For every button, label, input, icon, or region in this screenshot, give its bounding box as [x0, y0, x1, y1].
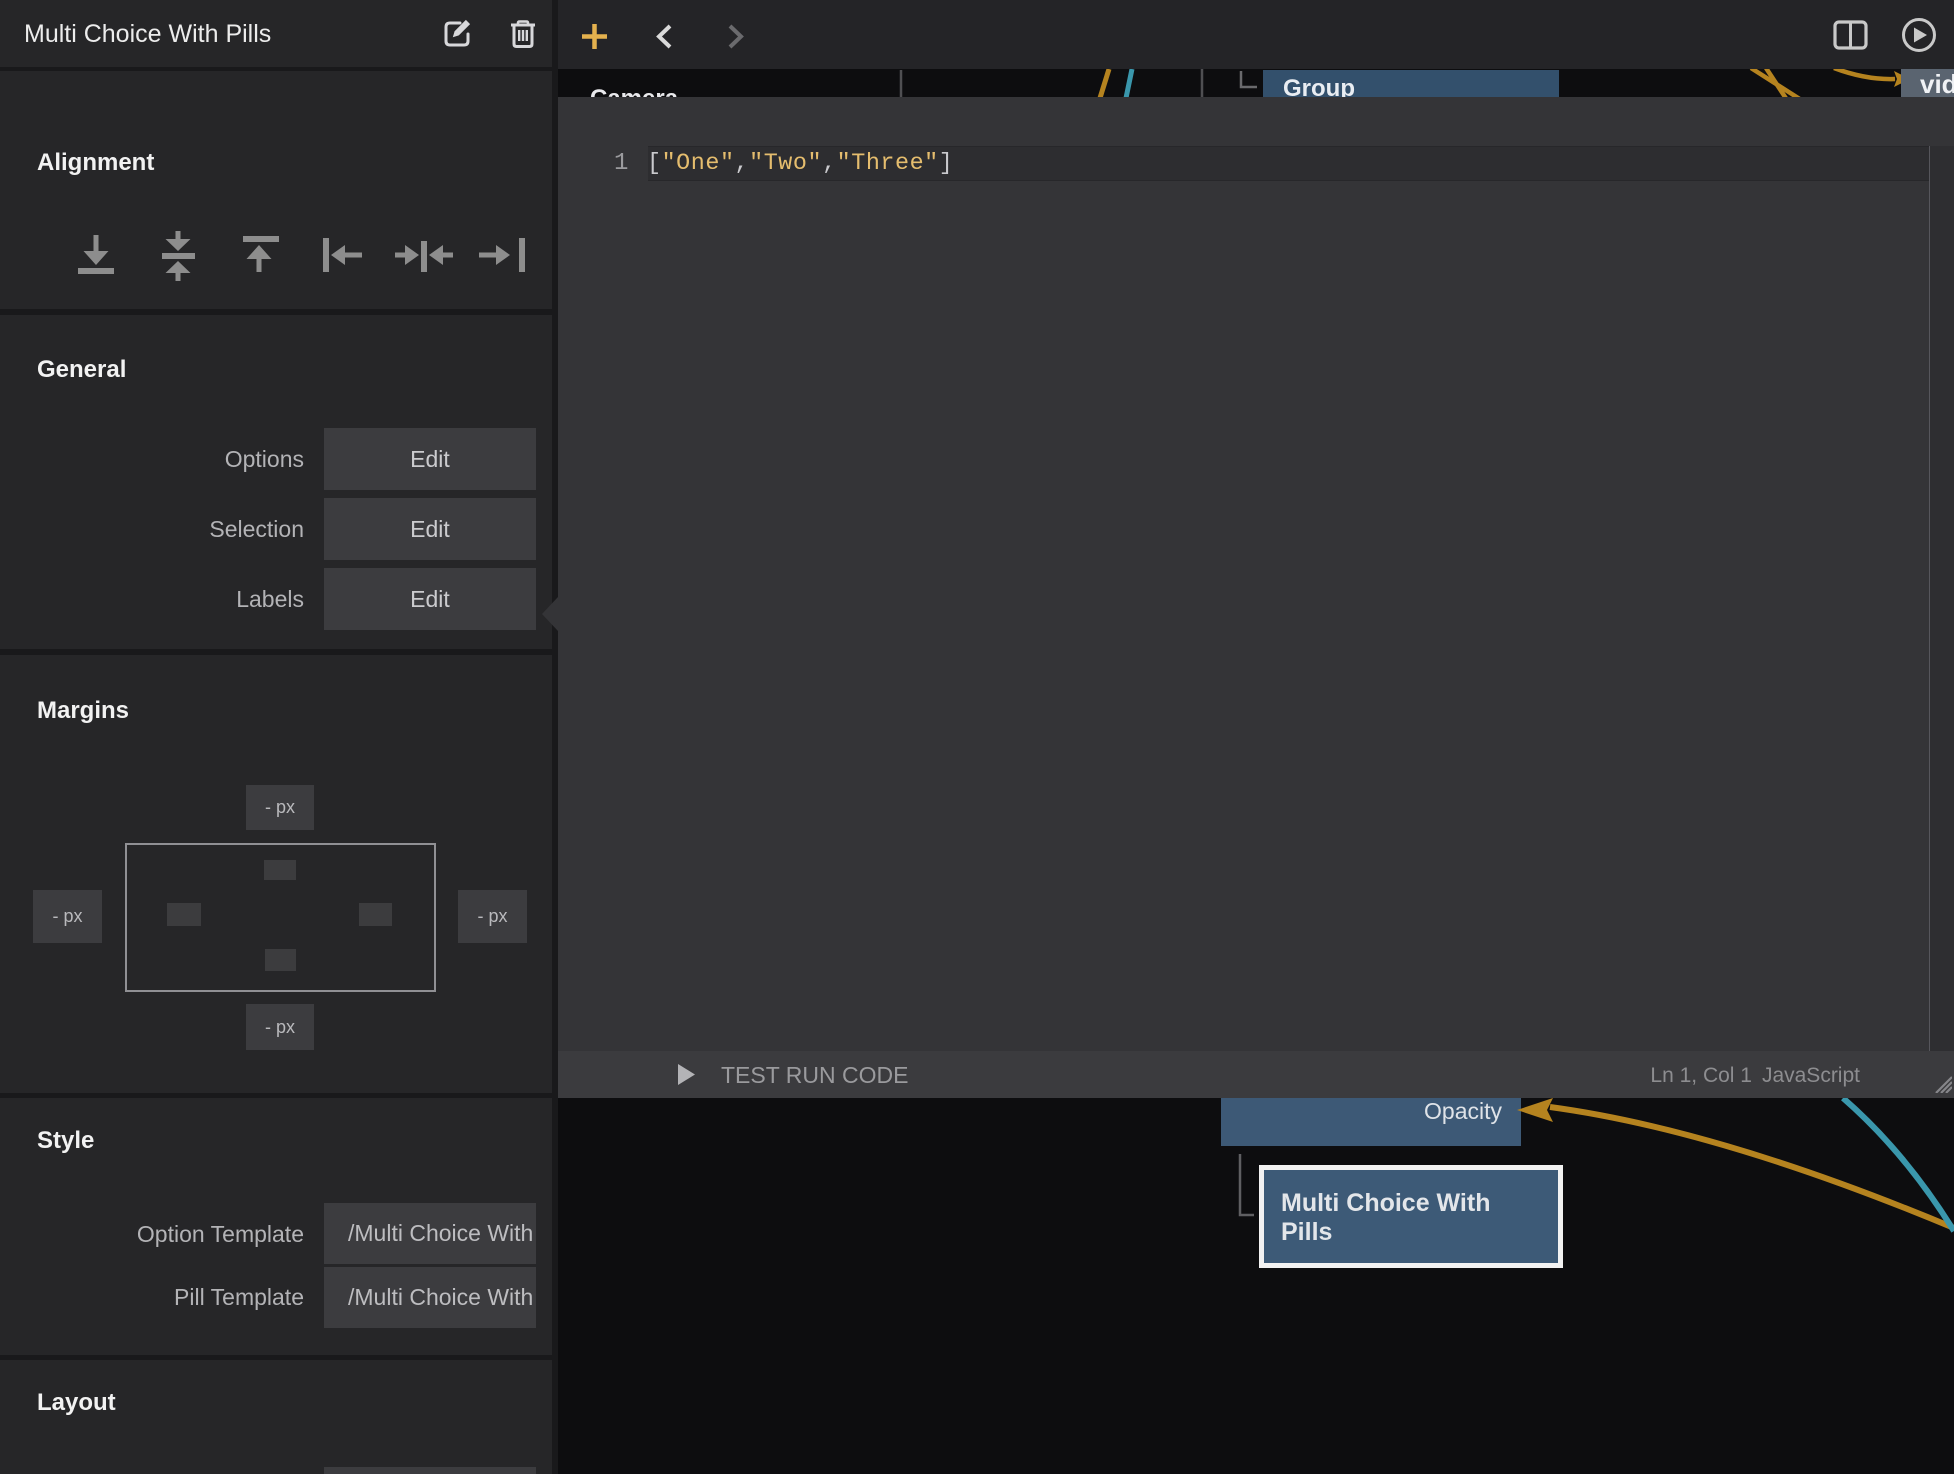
- svg-text:Multi Choice With: Multi Choice With: [1281, 1189, 1490, 1217]
- svg-text:Pills: Pills: [1281, 1218, 1332, 1246]
- svg-text:vid: vid: [1920, 69, 1954, 99]
- svg-text:Opacity: Opacity: [1424, 1098, 1502, 1124]
